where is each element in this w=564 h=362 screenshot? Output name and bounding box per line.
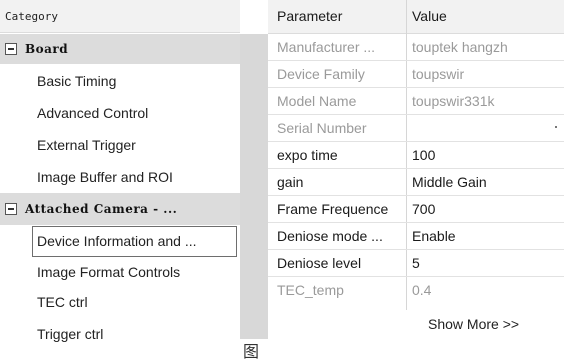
tree-item-image-format-controls[interactable]: Image Format Controls xyxy=(0,257,240,287)
tree-item-basic-timing[interactable]: Basic Timing xyxy=(0,66,240,97)
property-name: gain xyxy=(277,174,304,190)
property-name: Serial Number xyxy=(277,120,367,136)
caption-glyph: 图 xyxy=(243,342,260,361)
value-overflow-mark xyxy=(555,126,557,128)
show-more-link[interactable]: Show More >> xyxy=(428,316,519,332)
tree-group-label: Attached Camera - ... xyxy=(25,202,178,216)
column-header-parameter[interactable]: Parameter xyxy=(277,0,342,33)
category-tree: Category Board Basic Timing Advanced Con… xyxy=(0,0,240,358)
panel-splitter[interactable] xyxy=(240,34,268,339)
property-value[interactable]: Enable xyxy=(412,223,456,250)
tree-group-label: Board xyxy=(25,42,69,56)
tree-item-label: TEC ctrl xyxy=(37,294,88,310)
property-value: toupswir xyxy=(412,66,465,82)
collapse-icon[interactable] xyxy=(5,43,17,55)
tree-item-label: Trigger ctrl xyxy=(37,326,104,342)
property-row-device-family[interactable]: Device Family toupswir xyxy=(268,61,564,88)
property-row-expo-time[interactable]: expo time 100 xyxy=(268,142,564,169)
tree-item-label: Image Format Controls xyxy=(37,264,181,280)
tree-item-label: Image Buffer and ROI xyxy=(37,169,173,185)
property-name: Manufacturer ... xyxy=(277,39,376,55)
property-row-model-name[interactable]: Model Name toupswir331k xyxy=(268,88,564,115)
property-value[interactable]: 100 xyxy=(412,142,435,169)
tree-group-attached-camera[interactable]: Attached Camera - ... xyxy=(0,193,240,225)
property-name: Deniose mode ... xyxy=(277,228,383,244)
property-row-tec-temp[interactable]: TEC_temp 0.4 xyxy=(268,277,564,304)
property-value[interactable]: Middle Gain xyxy=(412,169,487,196)
property-name: Model Name xyxy=(277,93,357,109)
tree-item-tec-ctrl[interactable]: TEC ctrl xyxy=(0,287,240,317)
tree-item-label: Basic Timing xyxy=(37,73,117,89)
collapse-icon[interactable] xyxy=(5,203,17,215)
property-row-gain[interactable]: gain Middle Gain xyxy=(268,169,564,196)
property-value: touptek hangzh xyxy=(412,39,508,55)
tree-item-label: External Trigger xyxy=(37,137,136,153)
category-header: Category xyxy=(0,0,240,33)
property-value[interactable]: 5 xyxy=(412,250,420,277)
property-value: 0.4 xyxy=(412,282,432,298)
tree-item-advanced-control[interactable]: Advanced Control xyxy=(0,97,240,129)
tree-group-board[interactable]: Board xyxy=(0,34,240,64)
tree-item-label: Advanced Control xyxy=(37,105,149,121)
tree-item-device-information[interactable]: Device Information and ... xyxy=(32,226,237,257)
property-row-frame-frequence[interactable]: Frame Frequence 700 xyxy=(268,196,564,223)
property-name: Frame Frequence xyxy=(277,201,389,217)
property-row-serial-number[interactable]: Serial Number xyxy=(268,115,564,142)
property-row-deniose-level[interactable]: Deniose level 5 xyxy=(268,250,564,277)
property-name: TEC_temp xyxy=(277,282,344,298)
tree-item-label: Device Information and ... xyxy=(37,233,197,249)
property-name: Deniose level xyxy=(277,255,362,271)
property-value[interactable]: 700 xyxy=(412,196,435,223)
property-row-deniose-mode[interactable]: Deniose mode ... Enable xyxy=(268,223,564,250)
property-value: toupswir331k xyxy=(412,93,495,109)
property-row-manufacturer[interactable]: Manufacturer ... touptek hangzh xyxy=(268,34,564,61)
property-name: Device Family xyxy=(277,66,365,82)
property-grid: Parameter Value Manufacturer ... touptek… xyxy=(268,0,564,340)
tree-item-image-buffer-roi[interactable]: Image Buffer and ROI xyxy=(0,161,240,193)
grid-header: Parameter Value xyxy=(268,0,564,34)
tree-item-external-trigger[interactable]: External Trigger xyxy=(0,129,240,161)
tree-item-trigger-ctrl[interactable]: Trigger ctrl xyxy=(0,317,240,351)
column-header-value[interactable]: Value xyxy=(412,0,447,33)
property-name: expo time xyxy=(277,147,338,163)
